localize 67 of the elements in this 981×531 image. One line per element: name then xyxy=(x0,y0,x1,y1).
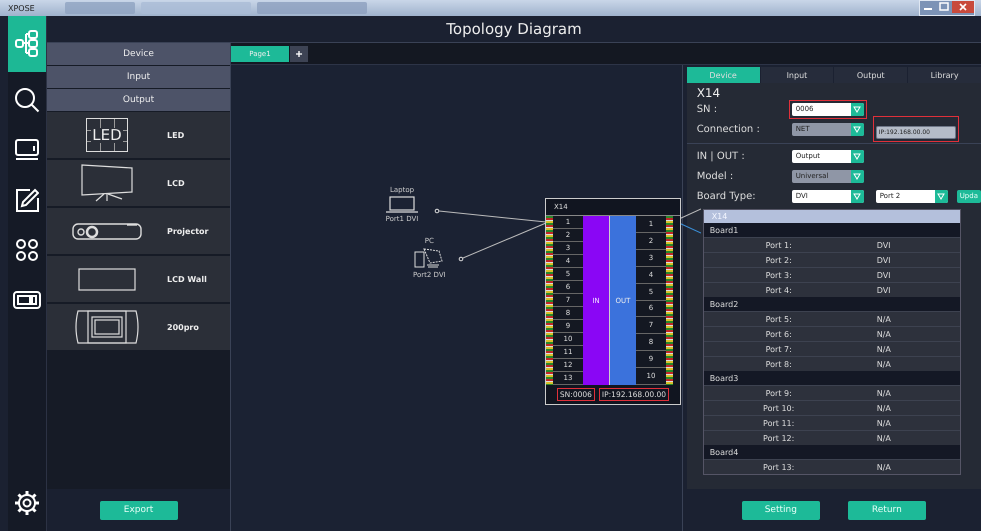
device-item[interactable]: 200pro xyxy=(47,304,230,350)
app-label[interactable]: XPOSE xyxy=(4,4,39,12)
port-name: Port 5: xyxy=(764,314,792,324)
category-header[interactable]: Device xyxy=(47,43,230,65)
port-type: DVI xyxy=(876,286,891,294)
port-name: Port 11: xyxy=(762,418,794,428)
port-type: DVI xyxy=(876,256,891,264)
panel-tab[interactable]: Library xyxy=(908,67,981,83)
port-name: Port 7: xyxy=(764,344,792,354)
port-type: N/A xyxy=(876,404,891,412)
device-label: 200pro xyxy=(167,322,199,332)
field-label: SN : xyxy=(696,104,718,114)
port-name: Port 13: xyxy=(762,462,794,472)
window-title: Topology Diagram xyxy=(446,20,582,38)
port-name: Port 4: xyxy=(764,286,792,294)
port-type: N/A xyxy=(876,418,891,428)
port-type: N/A xyxy=(876,314,891,324)
category-header[interactable]: Input xyxy=(47,66,230,88)
port-type: N/A xyxy=(876,330,891,338)
port-row[interactable]: Port 3: DVI xyxy=(704,267,960,282)
port-row[interactable]: Port 1: DVI xyxy=(704,237,960,252)
port-name: Port 12: xyxy=(762,434,794,442)
field-label: Connection : xyxy=(696,124,761,134)
port-row[interactable]: Port 13: N/A xyxy=(704,459,960,474)
list-title: X14 xyxy=(712,212,728,221)
port-name: Port 10: xyxy=(762,404,794,412)
port-type: N/A xyxy=(876,360,891,368)
port-name: Port 3: xyxy=(764,270,792,280)
port-type: N/A xyxy=(876,388,891,398)
led-panel-icon: LED xyxy=(86,118,128,152)
device-label: LED xyxy=(167,130,184,140)
add-tab-button[interactable]: + xyxy=(290,46,308,62)
device-item[interactable]: LCD Wall xyxy=(47,256,230,302)
device-label: LCD xyxy=(167,178,185,188)
panel-tab[interactable]: Input xyxy=(760,67,834,83)
panel-tab[interactable]: Output xyxy=(834,67,908,83)
field-label: IN | OUT : xyxy=(696,150,746,162)
field-label: Model : xyxy=(696,170,734,182)
port-type: N/A xyxy=(876,434,891,442)
board-name: Board4 xyxy=(710,448,738,456)
device-label: LCD Wall xyxy=(167,274,207,284)
field-label: Board Type: xyxy=(696,190,757,202)
port-name: Port 2: xyxy=(764,256,792,264)
board-name: Board3 xyxy=(710,374,738,382)
board-name: Board2 xyxy=(710,300,738,308)
board-name: Board1 xyxy=(710,226,738,234)
device-item[interactable]: Projector xyxy=(47,208,230,254)
port-row[interactable]: Port 7: N/A xyxy=(704,341,960,356)
port-name: Port 9: xyxy=(764,388,792,398)
port-name: Port 6: xyxy=(764,330,792,338)
port-type: N/A xyxy=(876,344,891,354)
port-row[interactable]: Port 10: N/A xyxy=(704,400,960,415)
device-item[interactable]: LED LED xyxy=(47,112,230,158)
port-row[interactable]: Port 6: N/A xyxy=(704,326,960,341)
port-type: DVI xyxy=(876,240,891,250)
category-header[interactable]: Output xyxy=(47,89,230,111)
port-name: Port 1: xyxy=(764,240,792,250)
port-name: Port 8: xyxy=(764,360,792,368)
device-name: X14 xyxy=(696,87,722,99)
device-label: Projector xyxy=(167,226,208,236)
port-row[interactable]: Port 5: N/A xyxy=(704,311,960,326)
port-row[interactable]: Port 11: N/A xyxy=(704,415,960,430)
port-row[interactable]: Port 9: N/A xyxy=(704,385,960,400)
port-type: DVI xyxy=(876,270,891,280)
port-type: N/A xyxy=(876,462,891,472)
port-row[interactable]: Port 2: DVI xyxy=(704,252,960,267)
device-item[interactable]: LCD xyxy=(47,160,230,206)
